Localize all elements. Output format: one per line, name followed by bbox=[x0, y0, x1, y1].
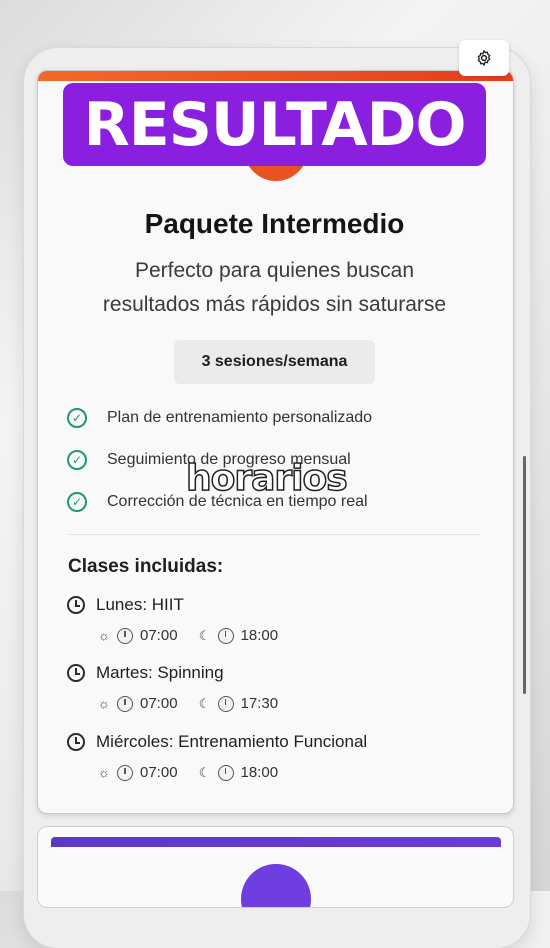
class-times: ☼ 07:00 ☾ 18:00 bbox=[97, 764, 278, 781]
classes-heading: Clases incluidas: bbox=[68, 556, 224, 577]
subtitle-line-2: resultados más rápidos sin saturarse bbox=[102, 293, 447, 316]
class-times: ☼ 07:00 ☾ 18:00 bbox=[97, 627, 278, 644]
sun-icon: ☼ bbox=[98, 765, 110, 780]
evening-time: 17:30 bbox=[240, 695, 279, 712]
video-caption: horarios bbox=[185, 457, 348, 500]
clock-icon bbox=[117, 627, 133, 644]
feature-label: Plan de entrenamiento personalizado bbox=[107, 409, 373, 426]
clock-icon bbox=[67, 596, 85, 614]
package-subtitle: Perfecto para quienes buscan resultados … bbox=[67, 254, 482, 322]
morning-time: 07:00 bbox=[140, 764, 178, 781]
check-circle-icon: ✓ bbox=[67, 492, 87, 512]
card-accent-bar bbox=[38, 71, 513, 81]
morning-time: 07:00 bbox=[140, 695, 178, 712]
class-item: Martes: Spinning bbox=[67, 663, 224, 683]
clock-icon bbox=[67, 733, 85, 751]
clock-icon bbox=[217, 764, 234, 781]
check-circle-icon: ✓ bbox=[67, 450, 87, 470]
class-item: Miércoles: Entrenamiento Funcional bbox=[67, 732, 367, 752]
evening-time: 18:00 bbox=[240, 627, 279, 644]
subtitle-line-1: Perfecto para quienes buscan bbox=[134, 259, 415, 282]
class-name: Lunes: HIIT bbox=[96, 595, 184, 614]
clock-icon bbox=[217, 695, 234, 712]
check-circle-icon: ✓ bbox=[67, 408, 87, 428]
sessions-badge: 3 sesiones/semana bbox=[174, 340, 375, 384]
section-divider bbox=[67, 534, 480, 535]
sun-icon: ☼ bbox=[98, 696, 110, 711]
morning-time: 07:00 bbox=[140, 627, 178, 644]
class-name: Martes: Spinning bbox=[96, 663, 224, 682]
next-package-card[interactable] bbox=[37, 826, 514, 908]
class-item: Lunes: HIIT bbox=[67, 595, 184, 615]
scrollbar[interactable] bbox=[523, 456, 526, 694]
sun-icon: ☼ bbox=[98, 628, 110, 643]
moon-icon: ☾ bbox=[198, 764, 211, 780]
clock-icon bbox=[117, 695, 133, 712]
package-badge bbox=[241, 864, 311, 907]
moon-icon: ☾ bbox=[198, 695, 211, 711]
clock-icon bbox=[67, 664, 85, 682]
package-title: Paquete Intermedio bbox=[144, 208, 405, 239]
class-name: Miércoles: Entrenamiento Funcional bbox=[96, 732, 368, 751]
class-times: ☼ 07:00 ☾ 17:30 bbox=[97, 695, 278, 712]
settings-button[interactable] bbox=[459, 40, 509, 76]
evening-time: 18:00 bbox=[240, 764, 279, 781]
result-banner: RESULTADO bbox=[63, 83, 486, 166]
feature-item: ✓ Plan de entrenamiento personalizado bbox=[67, 405, 372, 431]
clock-icon bbox=[217, 627, 234, 644]
clock-icon bbox=[117, 764, 133, 781]
banner-text: RESULTADO bbox=[83, 89, 467, 160]
gear-icon bbox=[477, 50, 491, 66]
moon-icon: ☾ bbox=[198, 627, 211, 643]
card-accent-bar bbox=[51, 837, 501, 847]
